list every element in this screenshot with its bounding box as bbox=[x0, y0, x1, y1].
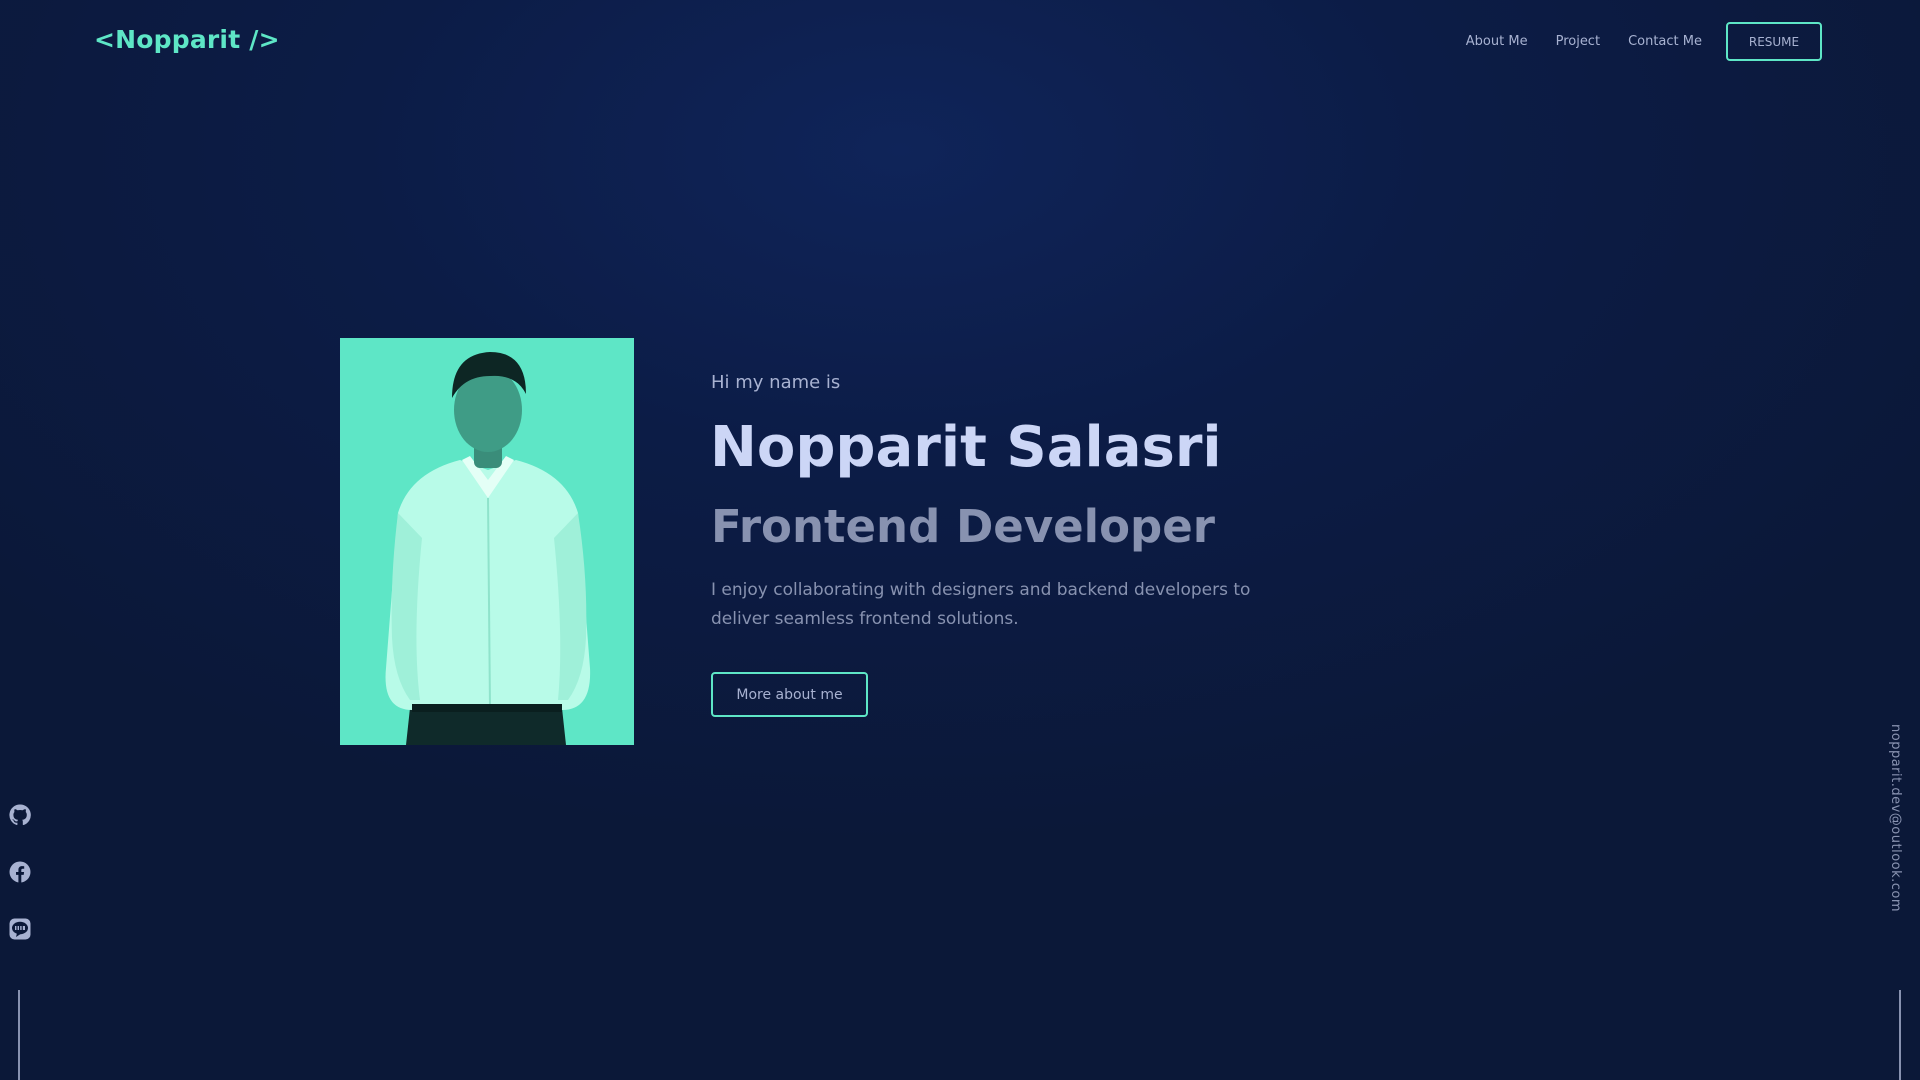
hero-description: I enjoy collaborating with designers and… bbox=[711, 580, 1251, 629]
profile-photo bbox=[340, 338, 634, 745]
email-link[interactable]: nopparit.dev@outlook.com bbox=[1888, 724, 1903, 912]
resume-button[interactable]: RESUME bbox=[1726, 22, 1822, 61]
main-nav: About Me Project Contact Me bbox=[1466, 34, 1702, 49]
nav-about-me[interactable]: About Me bbox=[1466, 34, 1528, 49]
line-icon[interactable] bbox=[8, 917, 32, 941]
social-links bbox=[8, 803, 32, 941]
more-about-me-button[interactable]: More about me bbox=[711, 672, 868, 717]
nav-contact-me[interactable]: Contact Me bbox=[1628, 34, 1702, 49]
greeting-text: Hi my name is bbox=[711, 372, 841, 393]
facebook-icon[interactable] bbox=[8, 860, 32, 884]
github-icon[interactable] bbox=[8, 803, 32, 827]
hero-name: Nopparit Salasri bbox=[710, 415, 1222, 480]
left-rail-line bbox=[18, 990, 20, 1080]
nav-project[interactable]: Project bbox=[1556, 34, 1600, 49]
right-rail-line bbox=[1899, 990, 1901, 1080]
hero-role: Frontend Developer bbox=[711, 500, 1215, 553]
site-logo[interactable]: <Nopparit /> bbox=[94, 25, 280, 54]
